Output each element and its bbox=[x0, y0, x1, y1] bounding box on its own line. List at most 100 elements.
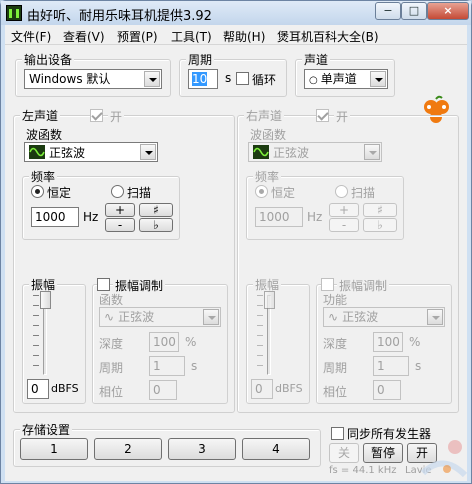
left-depth-input[interactable]: 100 bbox=[149, 332, 179, 352]
left-am-func-label: 函数 bbox=[99, 293, 124, 307]
minimize-button[interactable]: − bbox=[375, 2, 401, 20]
right-frequency-unit: Hz bbox=[307, 210, 323, 224]
storage-slot-1-button[interactable]: 1 bbox=[20, 438, 88, 460]
storage-slot-4-button[interactable]: 4 bbox=[242, 438, 310, 460]
right-phase-value: 0 bbox=[377, 383, 385, 397]
channel-select[interactable]: ○ 单声道 bbox=[304, 69, 388, 89]
right-freq-flat-button[interactable]: ♭ bbox=[363, 218, 397, 232]
chevron-down-icon bbox=[203, 309, 219, 325]
storage-slot-3-button[interactable]: 3 bbox=[168, 438, 236, 460]
corner-watermark bbox=[417, 433, 469, 481]
right-amplitude-slider[interactable] bbox=[264, 291, 275, 309]
left-amplitude-slider[interactable] bbox=[40, 291, 51, 309]
menu-presets[interactable]: 预置(P) bbox=[117, 28, 158, 45]
title-bar[interactable]: 由好听、耐用乐味耳机提供3.92 − □ × bbox=[1, 1, 471, 25]
left-amplitude-unit: dBFS bbox=[51, 382, 79, 395]
output-device-select[interactable]: Windows 默认 bbox=[24, 69, 162, 89]
right-am-func-value: 正弦波 bbox=[342, 310, 379, 324]
menu-help[interactable]: 帮助(H) bbox=[223, 28, 265, 45]
app-icon bbox=[6, 5, 22, 21]
menu-headphone-encyclopedia[interactable]: 煲耳机百科大全(B) bbox=[277, 28, 379, 45]
channel-value: 单声道 bbox=[320, 72, 357, 86]
right-channel-label: 右声道 bbox=[244, 107, 285, 124]
left-freq-minus-button[interactable]: - bbox=[105, 218, 135, 232]
sine-wave-icon bbox=[253, 145, 269, 159]
left-am-func-value: 正弦波 bbox=[118, 310, 155, 324]
right-freq-sharp-button[interactable]: ♯ bbox=[363, 203, 397, 217]
right-wave-value: 正弦波 bbox=[273, 146, 310, 160]
storage-group: 存储设置 1 2 3 4 bbox=[13, 421, 321, 467]
left-channel-label: 左声道 bbox=[20, 107, 61, 124]
right-am-period-input[interactable]: 1 bbox=[373, 356, 409, 376]
stop-button[interactable]: 关 bbox=[329, 443, 359, 463]
right-amplitude-input[interactable]: 0 bbox=[251, 379, 273, 399]
right-am-period-label: 周期 bbox=[323, 361, 348, 375]
storage-slot-2-button[interactable]: 2 bbox=[94, 438, 162, 460]
channel-label: 声道 bbox=[302, 51, 331, 68]
left-mode-fixed-radio[interactable] bbox=[31, 185, 44, 198]
loop-checkbox[interactable] bbox=[236, 72, 249, 85]
right-am-func-label: 功能 bbox=[323, 293, 348, 307]
left-frequency-group: 频率 恒定 扫描 1000 Hz + - ♯ ♭ bbox=[22, 168, 180, 240]
left-am-period-unit: s bbox=[191, 359, 198, 373]
left-amplitude-input[interactable]: 0 bbox=[27, 379, 49, 399]
right-amplitude-ticks bbox=[257, 295, 263, 375]
left-am-func-select[interactable]: ∿ 正弦波 bbox=[99, 307, 221, 327]
maximize-button[interactable]: □ bbox=[401, 2, 427, 20]
right-phase-input[interactable]: 0 bbox=[373, 380, 401, 400]
left-enable-label: 开 bbox=[108, 108, 125, 125]
right-freq-plus-button[interactable]: + bbox=[329, 203, 359, 217]
right-wave-select[interactable]: 正弦波 bbox=[248, 142, 382, 162]
right-frequency-input[interactable]: 1000 bbox=[255, 207, 303, 227]
right-enable-label: 开 bbox=[334, 108, 351, 125]
right-enable-checkbox[interactable] bbox=[316, 109, 329, 122]
left-am-checkbox[interactable] bbox=[97, 278, 110, 291]
left-freq-plus-button[interactable]: + bbox=[105, 203, 135, 217]
sync-checkbox[interactable] bbox=[331, 427, 344, 440]
right-am-checkbox[interactable] bbox=[321, 278, 334, 291]
period-input[interactable]: 10 bbox=[188, 69, 218, 89]
left-freq-flat-button[interactable]: ♭ bbox=[139, 218, 173, 232]
menu-file[interactable]: 文件(F) bbox=[11, 28, 51, 45]
right-wave-label: 波函数 bbox=[250, 128, 287, 142]
left-frequency-input[interactable]: 1000 bbox=[31, 207, 79, 227]
left-am-group: 振幅调制 函数 ∿ 正弦波 深度 100 % 周期 1 s 相位 0 bbox=[92, 277, 228, 404]
left-phase-input[interactable]: 0 bbox=[149, 380, 177, 400]
left-channel-group: 左声道 开 波函数 正弦波 频率 恒定 扫描 1000 Hz + - ♯ ♭ 振… bbox=[13, 107, 235, 413]
chevron-down-icon bbox=[427, 309, 443, 325]
sine-wave-icon: ∿ bbox=[104, 310, 115, 324]
right-depth-input[interactable]: 100 bbox=[373, 332, 403, 352]
right-depth-unit: % bbox=[409, 335, 421, 349]
output-device-value: Windows 默认 bbox=[29, 72, 111, 86]
left-am-period-input[interactable]: 1 bbox=[149, 356, 185, 376]
menu-tools[interactable]: 工具(T) bbox=[171, 28, 212, 45]
output-device-label: 输出设备 bbox=[22, 51, 75, 68]
right-frequency-value: 1000 bbox=[259, 210, 290, 224]
right-am-period-unit: s bbox=[415, 359, 422, 373]
period-unit: s bbox=[225, 71, 232, 85]
right-mode-fixed-radio[interactable] bbox=[255, 185, 268, 198]
right-mode-sweep-label: 扫描 bbox=[351, 186, 376, 200]
right-freq-minus-button[interactable]: - bbox=[329, 218, 359, 232]
menu-view[interactable]: 查看(V) bbox=[63, 28, 105, 45]
close-button[interactable]: × bbox=[427, 2, 469, 20]
left-amplitude-group: 振幅 0 dBFS bbox=[22, 276, 86, 404]
left-am-period-value: 1 bbox=[153, 359, 161, 373]
menu-bar: 文件(F) 查看(V) 预置(P) 工具(T) 帮助(H) 煲耳机百科大全(B) bbox=[5, 25, 467, 45]
right-am-group: 振幅调制 功能 ∿ 正弦波 深度 100 % 周期 1 s 相位 0 bbox=[316, 277, 452, 404]
output-device-group: 输出设备 Windows 默认 bbox=[15, 51, 171, 97]
right-amplitude-value: 0 bbox=[255, 382, 263, 396]
right-mode-sweep-radio[interactable] bbox=[335, 185, 348, 198]
left-enable-checkbox[interactable] bbox=[90, 109, 103, 122]
left-freq-sharp-button[interactable]: ♯ bbox=[139, 203, 173, 217]
main-panel: 输出设备 Windows 默认 周期 10 s 循环 声道 ○ 单声道 左声道 … bbox=[5, 45, 467, 481]
right-amplitude-unit: dBFS bbox=[275, 382, 303, 395]
chevron-down-icon bbox=[140, 144, 156, 160]
left-mode-sweep-radio[interactable] bbox=[111, 185, 124, 198]
left-am-period-label: 周期 bbox=[99, 361, 124, 375]
period-label: 周期 bbox=[186, 51, 215, 68]
left-wave-select[interactable]: 正弦波 bbox=[24, 142, 158, 162]
right-depth-value: 100 bbox=[377, 335, 400, 349]
right-am-func-select[interactable]: ∿ 正弦波 bbox=[323, 307, 445, 327]
pause-button[interactable]: 暂停 bbox=[363, 443, 403, 463]
